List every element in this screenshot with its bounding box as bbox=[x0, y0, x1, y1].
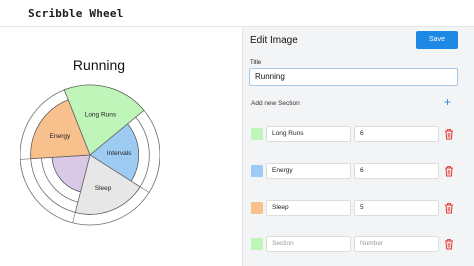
wheel-slice-label: Sleep bbox=[95, 185, 112, 192]
wheel-slice-label: Long Runs bbox=[85, 111, 117, 118]
trash-icon[interactable] bbox=[444, 165, 454, 177]
section-number-field[interactable]: 6 bbox=[354, 126, 439, 142]
wheel-slice-label: Intervals bbox=[107, 150, 132, 157]
add-section-row[interactable]: Add new Section + bbox=[243, 93, 474, 113]
edit-panel: Edit Image Save Title Running Add new Se… bbox=[242, 27, 474, 266]
scribble-wheel[interactable]: Long Runs Intervals Sleep Energy bbox=[20, 80, 160, 230]
trash-icon[interactable] bbox=[444, 202, 454, 214]
section-row: Energy 6 bbox=[243, 160, 474, 184]
trash-icon[interactable] bbox=[444, 128, 454, 140]
wheel-slice-label: Energy bbox=[50, 133, 71, 140]
panel-heading: Edit Image bbox=[250, 35, 298, 46]
app-logo[interactable]: Scribble Wheel bbox=[28, 7, 124, 20]
color-swatch[interactable] bbox=[251, 128, 263, 140]
save-button[interactable]: Save bbox=[416, 31, 458, 49]
wheel-title: Running bbox=[72, 57, 126, 73]
section-number-field[interactable]: 6 bbox=[354, 163, 439, 179]
section-name-field[interactable]: Energy bbox=[266, 163, 351, 179]
section-name-field[interactable]: Long Runs bbox=[266, 126, 351, 142]
title-input[interactable]: Running bbox=[249, 68, 458, 86]
color-swatch[interactable] bbox=[251, 202, 263, 214]
wheel-canvas-area: Running Long Runs Intervals Sleep Energy bbox=[0, 28, 242, 266]
add-section-label: Add new Section bbox=[251, 100, 300, 107]
new-section-name-field[interactable]: Section bbox=[266, 236, 351, 252]
trash-icon[interactable] bbox=[444, 238, 454, 250]
color-swatch[interactable] bbox=[251, 165, 263, 177]
section-name-field[interactable]: Sleep bbox=[266, 200, 351, 216]
plus-icon[interactable]: + bbox=[444, 96, 451, 108]
section-row: Sleep 5 bbox=[243, 197, 474, 221]
section-row: Long Runs 6 bbox=[243, 123, 474, 147]
new-section-number-field[interactable]: Number bbox=[354, 236, 439, 252]
section-number-field[interactable]: 5 bbox=[354, 200, 439, 216]
color-swatch[interactable] bbox=[251, 238, 263, 250]
title-label: Title bbox=[250, 60, 262, 66]
top-bar: Scribble Wheel bbox=[0, 0, 474, 27]
new-section-row: Section Number bbox=[243, 233, 474, 257]
